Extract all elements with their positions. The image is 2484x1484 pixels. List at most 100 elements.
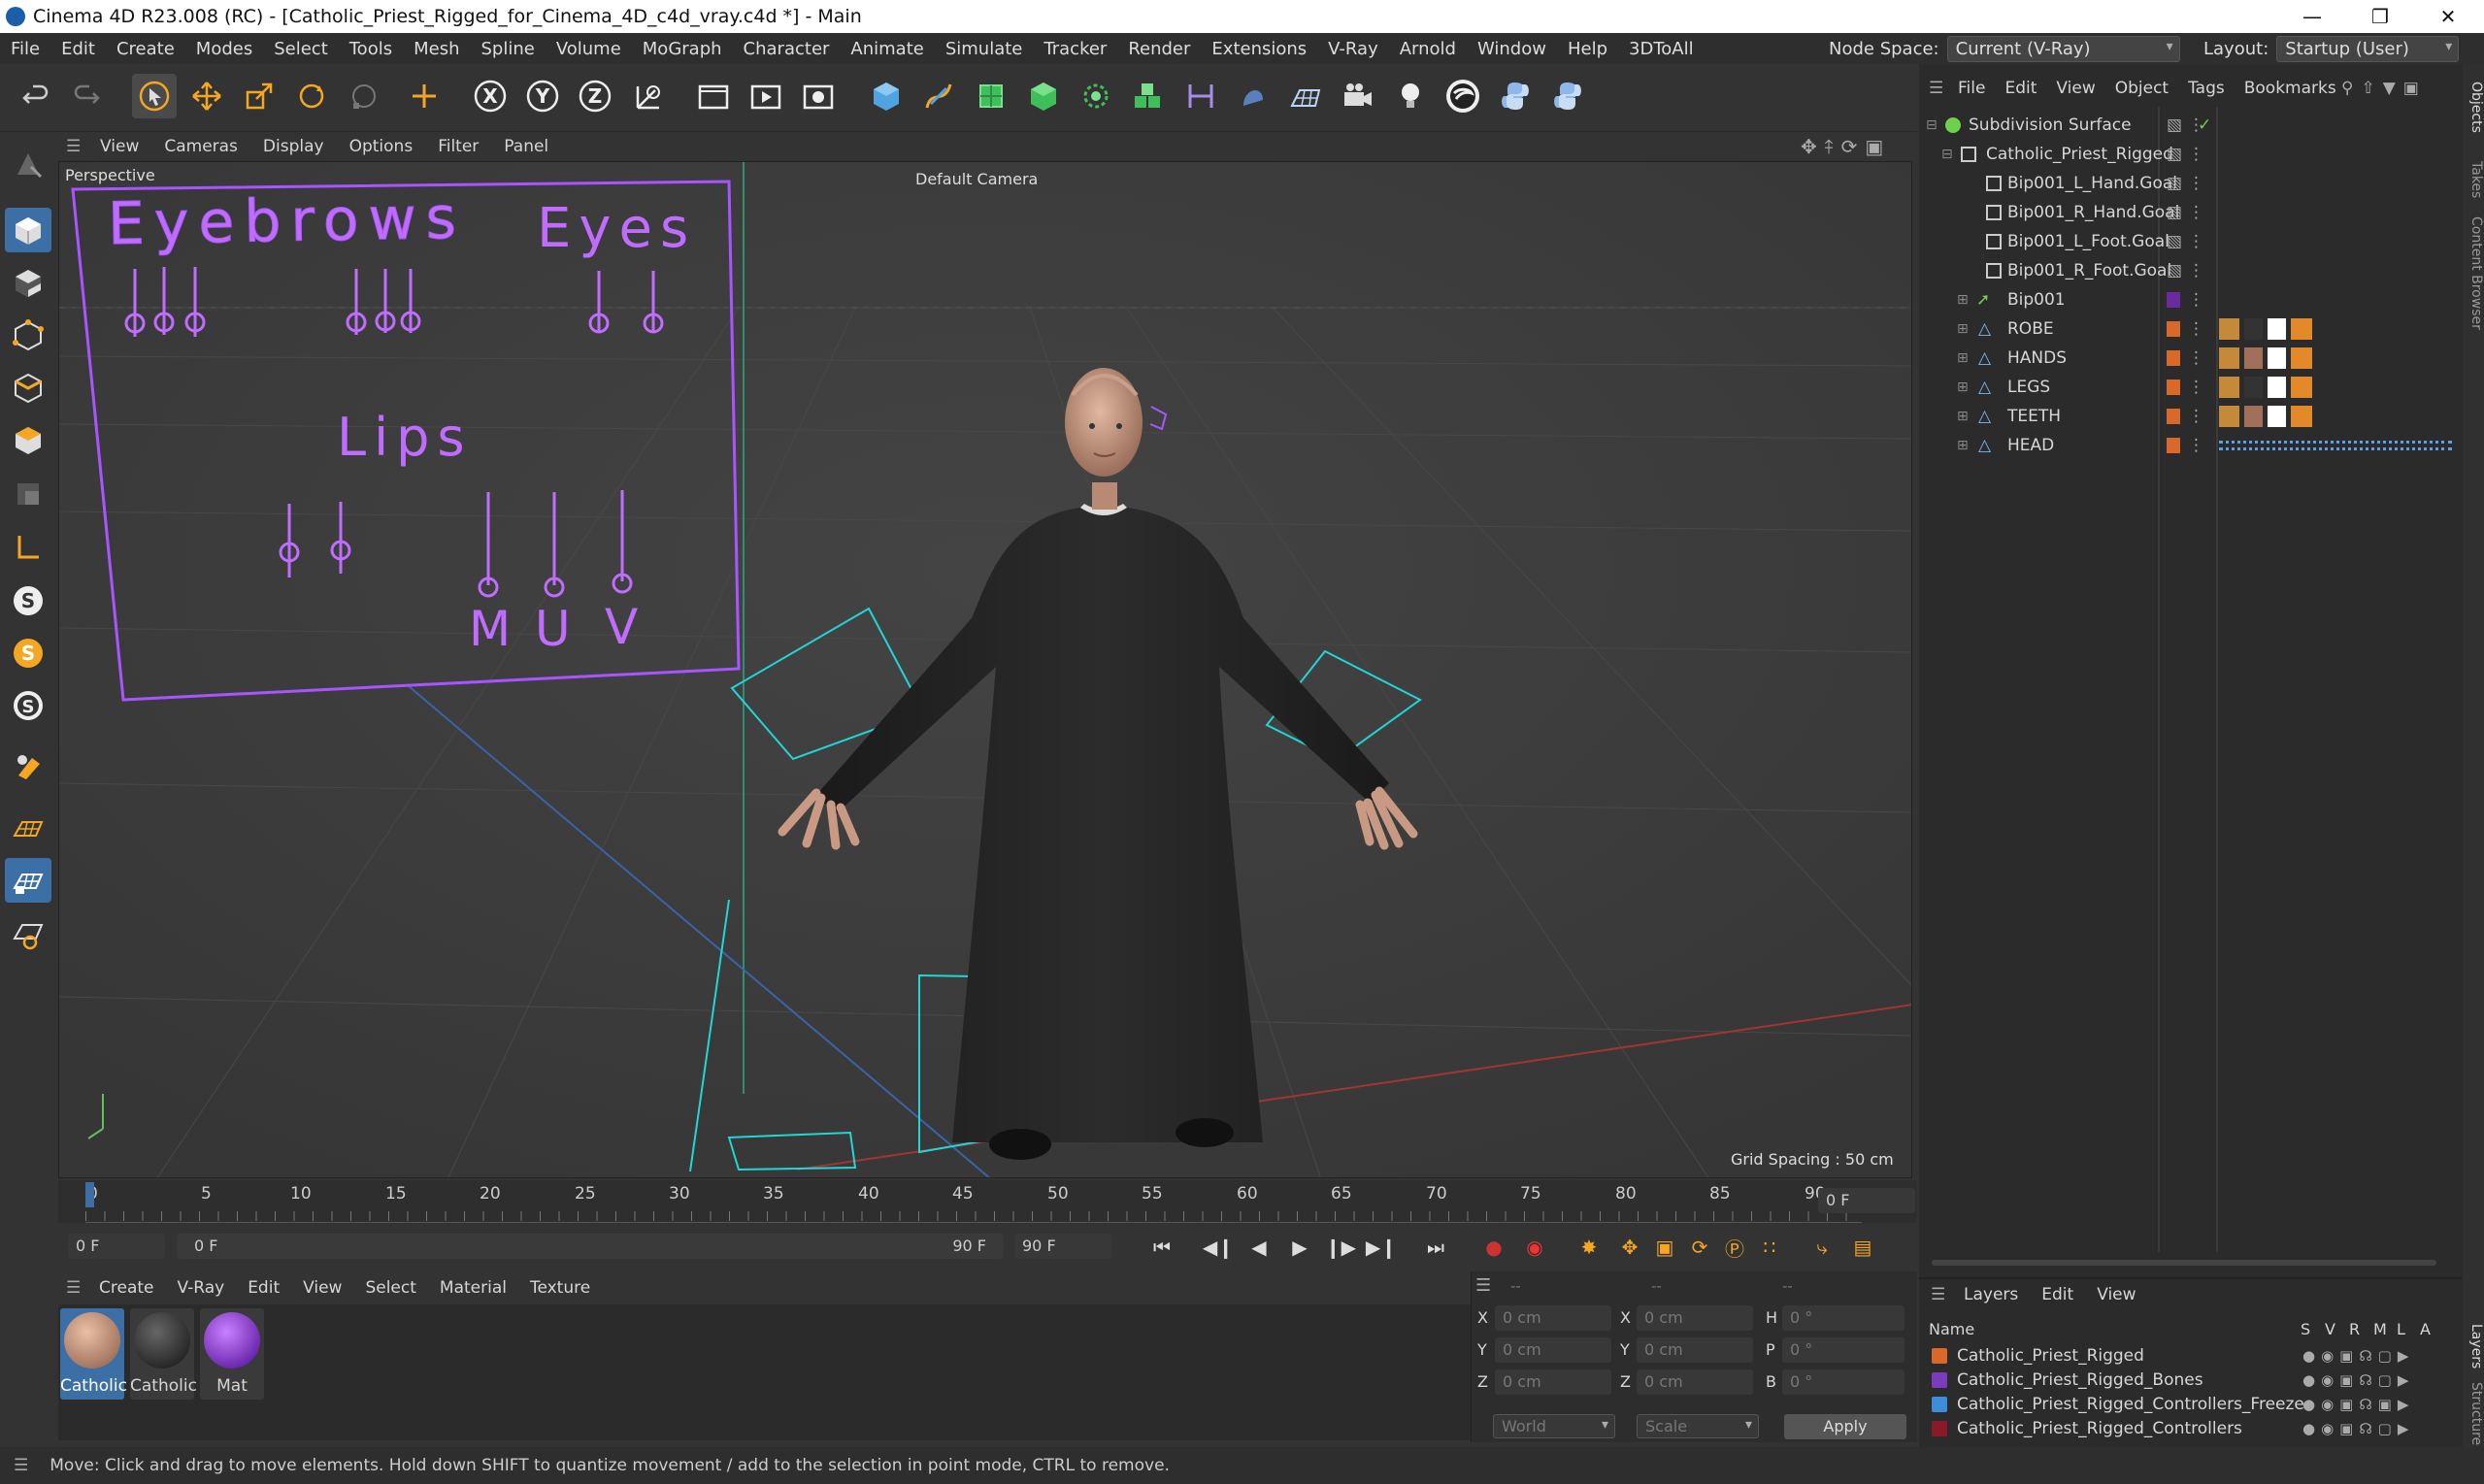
material-slot[interactable]: Mat [200, 1308, 264, 1400]
next-key-icon[interactable]: ▶❙ [1365, 1233, 1398, 1262]
object-manager-tools-icons[interactable]: ⚲⇧▼▣ [2341, 79, 2427, 98]
layer-color-swatch[interactable] [1932, 1420, 1947, 1436]
layer-row[interactable]: Catholic_Priest_Rigged_Controllers ●◉▣☊▢… [1932, 1416, 2456, 1440]
parameter-key-icon[interactable]: Ⓟ [1718, 1233, 1751, 1262]
previous-key-icon[interactable]: ◀❙ [1202, 1233, 1235, 1262]
mograph-cubes-icon[interactable] [1126, 74, 1171, 118]
frame-range-slider[interactable]: 0 F 90 F [177, 1234, 1004, 1259]
render-view-icon[interactable] [691, 74, 736, 118]
go-to-start-icon[interactable]: ⏮ [1145, 1233, 1178, 1262]
expand-icon[interactable]: ⊞ [1957, 321, 1969, 337]
object-menu-view[interactable]: View [2046, 79, 2104, 98]
material-menu-view[interactable]: View [291, 1278, 353, 1298]
material-slot[interactable]: Catholic [60, 1308, 127, 1400]
material-menu-select[interactable]: Select [353, 1278, 427, 1298]
next-frame-icon[interactable]: ❙▶ [1324, 1233, 1357, 1262]
viewport-menu-options[interactable]: Options [337, 137, 426, 156]
menu-volume[interactable]: Volume [546, 39, 632, 59]
transform-tool-icon[interactable] [342, 74, 386, 118]
menu-file[interactable]: File [0, 39, 50, 59]
coord-pos-y-field[interactable]: 0 cm [1495, 1337, 1611, 1363]
side-tab-layers[interactable]: Layers [2463, 1322, 2484, 1370]
visibility-dots-icon[interactable]: ⋮ [2188, 348, 2204, 368]
viewport-menu-panel[interactable]: Panel [491, 137, 561, 156]
python-icon[interactable] [1493, 74, 1538, 118]
timeline-ruler[interactable]: 0 5 10 15 20 25 30 35 40 45 50 55 60 65 … [58, 1180, 1917, 1223]
menu-edit[interactable]: Edit [50, 39, 106, 59]
node-space-dropdown[interactable]: Current (V-Ray) [1946, 36, 2180, 62]
points-mode-icon[interactable] [5, 313, 51, 357]
object-horizontal-scrollbar[interactable] [1932, 1260, 2436, 1266]
visibility-dots-icon[interactable]: ⋮ [2188, 319, 2204, 339]
viewport-menu-cameras[interactable]: Cameras [151, 137, 250, 156]
tweak-mode-icon[interactable] [5, 743, 51, 788]
redo-icon[interactable] [64, 74, 109, 118]
menu-create[interactable]: Create [106, 39, 185, 59]
record-icon[interactable]: ● [1477, 1233, 1510, 1262]
object-menu-object[interactable]: Object [2105, 79, 2178, 98]
visibility-dots-icon[interactable]: ⋮ [2188, 232, 2204, 251]
menu-tracker[interactable]: Tracker [1033, 39, 1117, 59]
viewport-menu-filter[interactable]: Filter [425, 137, 491, 156]
axis-tool-icon[interactable] [402, 74, 447, 118]
menu-animate[interactable]: Animate [840, 39, 934, 59]
material-tags[interactable] [2219, 318, 2312, 340]
rotate-tool-icon[interactable] [289, 74, 334, 118]
expand-icon[interactable]: ⊞ [1957, 350, 1969, 366]
menu-arnold[interactable]: Arnold [1389, 39, 1467, 59]
playhead[interactable] [85, 1182, 94, 1207]
visibility-dots-icon[interactable]: ⋮ [2188, 145, 2204, 164]
object-name[interactable]: Bip001_R_Hand.Goal [2007, 203, 2179, 222]
object-menu-file[interactable]: File [1948, 79, 1995, 98]
layout-dropdown[interactable]: Startup (User) [2276, 36, 2460, 62]
vray-icon[interactable] [1441, 74, 1485, 118]
material-tags[interactable] [2219, 347, 2312, 369]
object-row[interactable]: ⊞ △ LEGS ⋮ [1922, 373, 2461, 402]
object-row[interactable]: ⊞ △ HANDS ⋮ [1922, 344, 2461, 373]
layer-color-swatch[interactable] [2167, 350, 2180, 366]
morph-tags[interactable] [2219, 441, 2452, 450]
deformer-icon[interactable] [1178, 74, 1223, 118]
object-row[interactable]: ⊞ △ ROBE ⋮ [1922, 314, 2461, 344]
layer-name[interactable]: Catholic_Priest_Rigged_Bones [1957, 1370, 2203, 1390]
menu-mograph[interactable]: MoGraph [632, 39, 733, 59]
layer-flags-icons[interactable]: ●◉▣☊▣▶ [2302, 1396, 2414, 1413]
object-row[interactable]: ⊞ ➚ Bip001 ⋮ [1922, 285, 2461, 314]
previous-frame-icon[interactable]: ◀ [1242, 1233, 1275, 1262]
autokey-icon[interactable]: ◉ [1518, 1233, 1551, 1262]
object-row[interactable]: ⊞ △ TEETH ⋮ [1922, 402, 2461, 431]
hamburger-menu-icon[interactable]: ☰ [1475, 1275, 1491, 1296]
edit-visibility-icon[interactable]: ▧ [2167, 232, 2182, 251]
hamburger-menu-icon[interactable]: ☰ [1919, 79, 1948, 98]
light-icon[interactable] [1388, 74, 1433, 118]
coord-pos-z-field[interactable]: 0 cm [1495, 1369, 1611, 1395]
cloner-icon[interactable] [1074, 74, 1118, 118]
extrude-icon[interactable] [1021, 74, 1066, 118]
close-button[interactable]: ✕ [2417, 0, 2479, 33]
object-name[interactable]: Bip001 [2007, 290, 2066, 310]
viewport-menu-display[interactable]: Display [250, 137, 337, 156]
hamburger-menu-icon[interactable]: ☰ [58, 1278, 87, 1298]
coord-size-x-field[interactable]: 0 cm [1637, 1305, 1753, 1331]
uv-mode-icon[interactable] [5, 472, 51, 516]
layer-color-swatch[interactable] [2167, 292, 2180, 308]
visibility-dots-icon[interactable]: ⋮ [2188, 407, 2204, 426]
object-name[interactable]: Bip001_R_Foot.Goal [2007, 261, 2171, 280]
menu-vray[interactable]: V-Ray [1317, 39, 1389, 59]
material-menu-vray[interactable]: V-Ray [166, 1278, 237, 1298]
3d-viewport[interactable]: Perspective Default Camera Eyebrows Eyes… [58, 161, 1912, 1178]
render-to-picture-viewer-icon[interactable] [744, 74, 788, 118]
visibility-dots-icon[interactable]: ⋮ [2188, 436, 2204, 455]
viewport-nav-icons[interactable]: ✥⤉⟳▣ [1801, 135, 1891, 158]
subdivision-surface-icon[interactable] [969, 74, 1013, 118]
current-frame-field[interactable]: 0 F [1818, 1188, 1915, 1213]
layer-color-swatch[interactable] [2167, 409, 2180, 424]
menu-modes[interactable]: Modes [185, 39, 263, 59]
menu-simulate[interactable]: Simulate [935, 39, 1034, 59]
coord-rot-p-field[interactable]: 0 ° [1782, 1337, 1904, 1363]
coord-pos-x-field[interactable]: 0 cm [1495, 1305, 1611, 1331]
minimize-button[interactable]: — [2281, 0, 2343, 33]
model-mode-icon[interactable] [5, 208, 51, 252]
undo-icon[interactable] [14, 74, 58, 118]
edit-visibility-icon[interactable]: ▧ [2167, 145, 2182, 164]
